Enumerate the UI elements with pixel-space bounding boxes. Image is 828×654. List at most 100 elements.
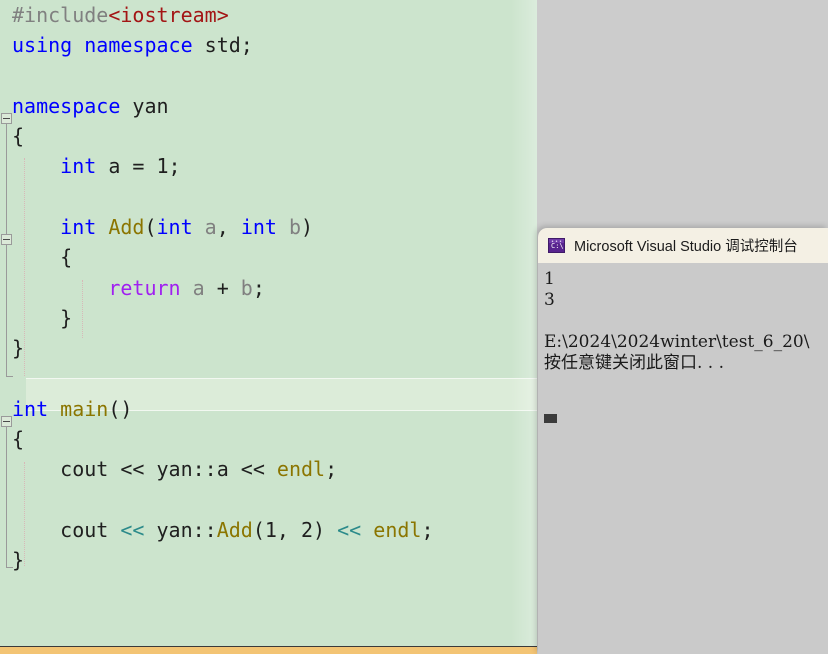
code-token: } bbox=[12, 548, 25, 573]
code-token: ) bbox=[301, 215, 314, 240]
code-line-19[interactable]: } bbox=[0, 545, 537, 575]
fold-toggle-namespace-yan[interactable] bbox=[1, 113, 12, 124]
code-token: { bbox=[12, 427, 25, 452]
code-line-1[interactable]: #include<iostream> bbox=[0, 0, 537, 30]
code-token: int bbox=[240, 215, 277, 240]
code-token: b bbox=[240, 275, 253, 300]
code-line-text: cout << yan::Add(1, 2) << endl; bbox=[12, 518, 434, 543]
code-token: return bbox=[12, 275, 181, 300]
code-token: } bbox=[12, 336, 25, 361]
code-token: int bbox=[12, 396, 49, 421]
code-token: endl bbox=[276, 457, 326, 482]
code-token: endl bbox=[373, 518, 422, 543]
outline-guide-namespace-end bbox=[6, 376, 13, 377]
outline-guide-namespace bbox=[6, 124, 7, 376]
code-line-text: } bbox=[12, 548, 24, 572]
code-line-12[interactable]: } bbox=[0, 333, 537, 363]
code-token: , bbox=[216, 215, 241, 240]
console-output-line-1: 1 bbox=[544, 269, 555, 289]
code-token: <iostream> bbox=[108, 3, 229, 27]
code-line-text: return a + b; bbox=[12, 276, 265, 300]
fold-toggle-function-add[interactable] bbox=[1, 234, 12, 245]
code-token: { bbox=[12, 245, 73, 270]
code-token: cout << yan::a << bbox=[12, 457, 277, 482]
code-token: ( bbox=[144, 215, 157, 240]
outline-guide-main-end bbox=[6, 567, 13, 568]
code-line-3[interactable] bbox=[0, 61, 537, 91]
console-cursor bbox=[544, 414, 557, 423]
code-token: { bbox=[12, 124, 25, 149]
code-token: << bbox=[120, 518, 145, 543]
code-token: main bbox=[60, 396, 109, 421]
code-token: a bbox=[192, 215, 217, 240]
code-token: Add bbox=[216, 518, 253, 543]
code-token: b bbox=[276, 215, 302, 240]
code-token: #include bbox=[12, 3, 109, 27]
code-line-text: #include<iostream> bbox=[12, 3, 229, 27]
code-token: + bbox=[204, 275, 241, 300]
code-line-6[interactable]: int a = 1; bbox=[0, 151, 537, 181]
code-token: yan:: bbox=[144, 518, 217, 543]
fold-toggle-function-main[interactable] bbox=[1, 416, 12, 427]
code-line-text: { bbox=[12, 245, 72, 269]
code-line-7[interactable] bbox=[0, 182, 537, 212]
code-token: cout bbox=[12, 518, 121, 543]
console-titlebar[interactable]: ••• C:\ Microsoft Visual Studio 调试控制台 bbox=[538, 228, 828, 263]
code-line-2[interactable]: using namespace std; bbox=[0, 30, 537, 60]
code-line-18[interactable]: cout << yan::Add(1, 2) << endl; bbox=[0, 515, 537, 545]
code-line-text: } bbox=[12, 306, 72, 330]
code-token: ; bbox=[421, 518, 434, 543]
code-token: ; bbox=[252, 275, 265, 300]
code-line-text: int a = 1; bbox=[12, 154, 181, 179]
code-line-text: int main() bbox=[12, 397, 132, 421]
outline-guide-main bbox=[6, 427, 7, 567]
code-token: (1, 2) bbox=[252, 518, 338, 543]
code-token: } bbox=[12, 305, 73, 330]
code-line-10[interactable]: return a + b; bbox=[0, 273, 537, 303]
code-token: () bbox=[108, 396, 133, 421]
code-token: int bbox=[12, 215, 97, 240]
code-token: ; bbox=[325, 457, 338, 482]
code-line-5[interactable]: { bbox=[0, 121, 537, 151]
screen: #include<iostream> using namespace std; n… bbox=[0, 0, 828, 654]
code-line-13[interactable] bbox=[0, 364, 537, 394]
console-output-area[interactable]: 13 E:\2024\2024winter\test_6_20\ 按任意键关闭此窗… bbox=[538, 263, 828, 654]
code-line-17[interactable] bbox=[0, 485, 537, 515]
code-token: namespace bbox=[12, 93, 121, 118]
code-line-8[interactable]: int Add(int a, int b) bbox=[0, 212, 537, 242]
code-line-11[interactable]: } bbox=[0, 303, 537, 333]
code-token: yan bbox=[120, 93, 169, 118]
code-line-text: { bbox=[12, 427, 24, 451]
code-token: using namespace bbox=[12, 33, 193, 58]
editor-bottom-status-strip bbox=[0, 646, 537, 654]
code-line-14[interactable]: int main() bbox=[0, 394, 537, 424]
console-output-line-2: 3 bbox=[544, 290, 555, 310]
code-line-9[interactable]: { bbox=[0, 242, 537, 272]
code-token: << bbox=[337, 518, 362, 543]
console-icon-prompt: C:\ bbox=[551, 242, 564, 250]
code-line-16[interactable]: cout << yan::a << endl; bbox=[0, 454, 537, 484]
code-line-15[interactable]: { bbox=[0, 424, 537, 454]
debug-console-window[interactable]: ••• C:\ Microsoft Visual Studio 调试控制台 13… bbox=[538, 228, 828, 654]
code-line-4[interactable]: namespace yan bbox=[0, 91, 537, 121]
code-line-text: { bbox=[12, 124, 24, 148]
console-output-line-4: E:\2024\2024winter\test_6_20\ bbox=[544, 332, 810, 352]
code-token: int bbox=[156, 215, 193, 240]
code-line-text: } bbox=[12, 336, 24, 360]
code-line-text: cout << yan::a << endl; bbox=[12, 457, 337, 481]
console-window-icon: ••• C:\ bbox=[548, 238, 565, 253]
console-output-line-3 bbox=[544, 311, 828, 332]
code-line-text: int Add(int a, int b) bbox=[12, 215, 313, 239]
code-token: a = 1; bbox=[96, 154, 181, 179]
code-editor[interactable]: #include<iostream> using namespace std; n… bbox=[0, 0, 537, 646]
console-title-text: Microsoft Visual Studio 调试控制台 bbox=[574, 239, 798, 255]
code-text[interactable]: #include<iostream> using namespace std; n… bbox=[0, 0, 537, 576]
code-token: Add bbox=[108, 215, 145, 240]
code-token: a bbox=[180, 275, 205, 300]
